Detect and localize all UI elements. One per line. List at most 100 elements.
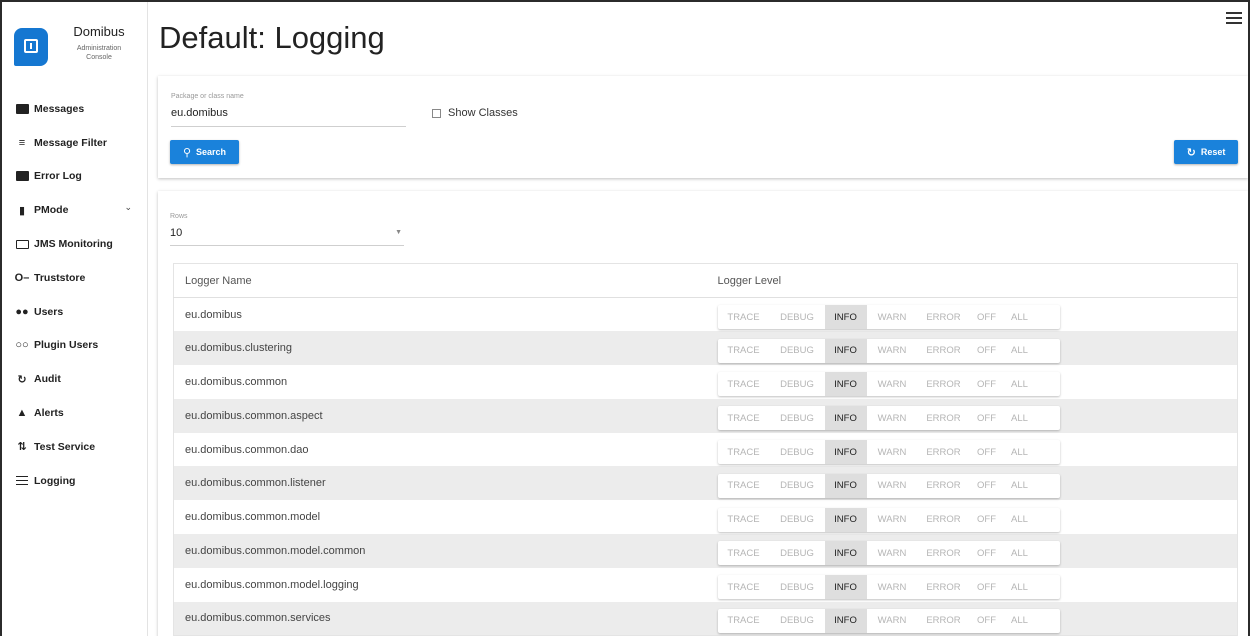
- level-button-all[interactable]: ALL: [1004, 339, 1036, 363]
- level-button-off[interactable]: OFF: [970, 339, 1004, 363]
- level-button-all[interactable]: ALL: [1004, 575, 1036, 599]
- level-button-debug[interactable]: DEBUG: [770, 508, 825, 532]
- menu-hamburger-icon[interactable]: [1226, 12, 1242, 24]
- level-button-info[interactable]: INFO: [824, 575, 867, 600]
- dropdown-arrow-icon[interactable]: ▼: [395, 229, 402, 236]
- table-row: eu.domibus.common.dao TRACE DEBUG INFO WARN E…: [174, 433, 1238, 467]
- level-button-trace[interactable]: TRACE: [718, 440, 770, 464]
- level-button-warn[interactable]: WARN: [867, 575, 918, 599]
- chevron-down-icon[interactable]: ⌄: [124, 202, 132, 213]
- level-button-error[interactable]: ERROR: [918, 609, 970, 633]
- level-button-info[interactable]: INFO: [824, 473, 867, 498]
- level-button-off[interactable]: OFF: [970, 508, 1004, 532]
- level-button-error[interactable]: ERROR: [918, 305, 970, 329]
- level-button-off[interactable]: OFF: [970, 440, 1004, 464]
- level-button-debug[interactable]: DEBUG: [770, 339, 825, 363]
- sidebar-item-pmode[interactable]: ▮ PMode ⌄: [2, 193, 148, 227]
- sidebar-item-users[interactable]: ●● Users: [2, 295, 148, 329]
- level-button-off[interactable]: OFF: [970, 406, 1004, 430]
- level-button-off[interactable]: OFF: [970, 305, 1004, 329]
- level-button-debug[interactable]: DEBUG: [770, 575, 825, 599]
- level-button-info[interactable]: INFO: [824, 338, 867, 363]
- level-button-error[interactable]: ERROR: [918, 575, 970, 599]
- level-button-info[interactable]: INFO: [824, 440, 867, 465]
- brand[interactable]: Domibus Administration Console: [14, 22, 142, 72]
- level-button-all[interactable]: ALL: [1004, 609, 1036, 633]
- level-button-error[interactable]: ERROR: [918, 406, 970, 430]
- sidebar-item-error-log[interactable]: Error Log: [2, 160, 148, 194]
- level-button-info[interactable]: INFO: [824, 372, 867, 397]
- level-button-trace[interactable]: TRACE: [718, 609, 770, 633]
- level-button-debug[interactable]: DEBUG: [770, 406, 825, 430]
- show-classes-checkbox[interactable]: Show Classes: [432, 107, 518, 119]
- reset-button[interactable]: ↻ Reset: [1174, 140, 1238, 164]
- level-button-trace[interactable]: TRACE: [718, 474, 770, 498]
- level-button-warn[interactable]: WARN: [867, 372, 918, 396]
- level-button-all[interactable]: ALL: [1004, 508, 1036, 532]
- level-button-info[interactable]: INFO: [824, 541, 867, 566]
- column-header-logger-name[interactable]: Logger Name: [173, 263, 707, 298]
- level-button-trace[interactable]: TRACE: [718, 305, 770, 329]
- sidebar-item-label: Alerts: [34, 407, 64, 420]
- logger-name-cell: eu.domibus.common.model: [185, 511, 321, 524]
- level-button-warn[interactable]: WARN: [867, 609, 918, 633]
- level-button-info[interactable]: INFO: [824, 608, 867, 633]
- level-button-info[interactable]: INFO: [824, 406, 867, 431]
- level-button-warn[interactable]: WARN: [867, 305, 918, 329]
- level-button-info[interactable]: INFO: [824, 507, 867, 532]
- sidebar-item-test-service[interactable]: ⇅ Test Service: [2, 430, 148, 464]
- level-button-trace[interactable]: TRACE: [718, 508, 770, 532]
- level-button-error[interactable]: ERROR: [918, 372, 970, 396]
- level-button-debug[interactable]: DEBUG: [770, 541, 825, 565]
- level-button-error[interactable]: ERROR: [918, 474, 970, 498]
- level-button-warn[interactable]: WARN: [867, 406, 918, 430]
- level-button-debug[interactable]: DEBUG: [770, 305, 825, 329]
- search-button[interactable]: ⚲ Search: [170, 140, 239, 164]
- sidebar-item-messages[interactable]: Messages: [2, 92, 148, 126]
- level-button-info[interactable]: INFO: [824, 305, 867, 330]
- sidebar-item-alerts[interactable]: ▲ Alerts: [2, 396, 148, 430]
- level-button-error[interactable]: ERROR: [918, 339, 970, 363]
- level-button-debug[interactable]: DEBUG: [770, 474, 825, 498]
- level-button-error[interactable]: ERROR: [918, 440, 970, 464]
- level-button-debug[interactable]: DEBUG: [770, 609, 825, 633]
- level-button-off[interactable]: OFF: [970, 541, 1004, 565]
- level-button-off[interactable]: OFF: [970, 372, 1004, 396]
- sidebar-item-jms-monitoring[interactable]: JMS Monitoring: [2, 227, 148, 261]
- level-button-warn[interactable]: WARN: [867, 339, 918, 363]
- level-button-all[interactable]: ALL: [1004, 440, 1036, 464]
- level-button-all[interactable]: ALL: [1004, 474, 1036, 498]
- sidebar-item-logging[interactable]: Logging: [2, 464, 148, 498]
- level-button-debug[interactable]: DEBUG: [770, 440, 825, 464]
- checkbox-box[interactable]: [432, 108, 441, 118]
- level-button-warn[interactable]: WARN: [867, 474, 918, 498]
- column-header-logger-level[interactable]: Logger Level: [706, 263, 1238, 298]
- level-button-error[interactable]: ERROR: [918, 541, 970, 565]
- level-button-warn[interactable]: WARN: [867, 440, 918, 464]
- level-button-debug[interactable]: DEBUG: [770, 372, 825, 396]
- level-button-warn[interactable]: WARN: [867, 541, 918, 565]
- sidebar-item-audit[interactable]: ↻ Audit: [2, 362, 148, 396]
- sidebar-item-plugin-users[interactable]: ○○ Plugin Users: [2, 329, 148, 363]
- level-button-off[interactable]: OFF: [970, 609, 1004, 633]
- level-button-warn[interactable]: WARN: [867, 508, 918, 532]
- level-button-off[interactable]: OFF: [970, 474, 1004, 498]
- level-button-error[interactable]: ERROR: [918, 508, 970, 532]
- level-button-off[interactable]: OFF: [970, 575, 1004, 599]
- level-group-padding: [1036, 474, 1060, 498]
- package-field[interactable]: eu.domibus: [171, 107, 228, 119]
- level-button-trace[interactable]: TRACE: [718, 372, 770, 396]
- level-button-trace[interactable]: TRACE: [718, 541, 770, 565]
- level-button-trace[interactable]: TRACE: [718, 406, 770, 430]
- level-button-all[interactable]: ALL: [1004, 406, 1036, 430]
- table-row: eu.domibus.common.services TRACE DEBUG INFO…: [173, 601, 1238, 636]
- level-button-all[interactable]: ALL: [1004, 305, 1036, 329]
- level-button-trace[interactable]: TRACE: [718, 575, 770, 599]
- level-button-all[interactable]: ALL: [1004, 541, 1036, 565]
- sidebar-item-label: Logging: [34, 474, 76, 487]
- sidebar-item-message-filter[interactable]: ≡ Message Filter: [2, 126, 148, 160]
- level-button-all[interactable]: ALL: [1004, 372, 1036, 396]
- sidebar-item-truststore[interactable]: O– Truststore: [2, 261, 148, 295]
- level-button-trace[interactable]: TRACE: [718, 339, 770, 363]
- rows-underline: [170, 245, 404, 246]
